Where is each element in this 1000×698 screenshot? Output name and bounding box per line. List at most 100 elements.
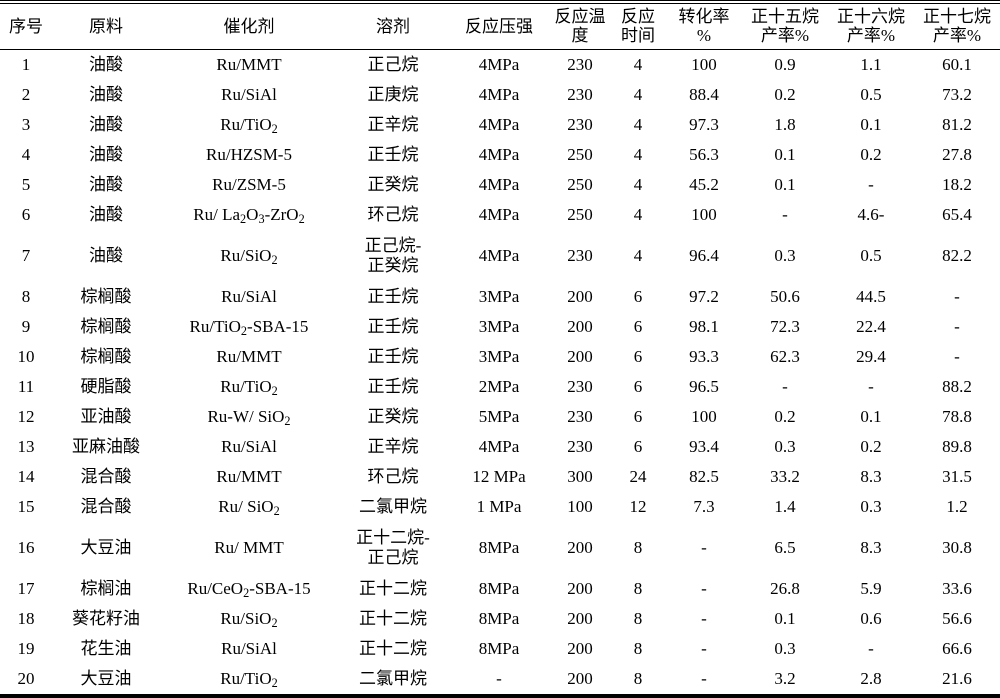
cell-index: 13 [17,437,35,457]
cell-hexadecane-yield: - [868,377,874,397]
cell-solvent-line: 二氯甲烷 [359,496,427,516]
cell-feedstock: 油酸 [89,55,123,75]
cell-conversion: 100 [691,407,717,427]
cell-reaction-temperature: 200 [567,317,593,337]
cell-solvent: 正十二烷- 正己烷 [338,522,448,574]
cell-hexadecane-yield: 0.1 [860,115,882,135]
cell-conversion: 7.3 [693,497,715,517]
table-row: 10棕榈酸Ru/MMT正壬烷3MPa200693.362.329.4-- [0,342,1000,372]
cell-reaction-pressure: 4MPa [478,175,520,195]
cell-hexadecane-yield: - [868,175,874,195]
cell-pentadecane-yield: 0.1 [774,145,796,165]
cell-solvent: 正癸烷 [338,170,448,200]
column-header-line1: 序号 [9,16,43,36]
cell-catalyst: Ru/ La2O3-ZrO2 [193,205,305,227]
cell-reaction-pressure: 4MPa [478,85,520,105]
cell-heptadecane-yield: 60.1 [942,55,972,75]
cell-index: 1 [21,55,31,75]
cell-reaction-time: 4 [633,55,643,75]
cell-pentadecane-yield: 1.4 [774,497,796,517]
cell-solvent: 正壬烷 [338,140,448,170]
cell-feedstock: 油酸 [89,175,123,195]
cell-solvent: 正庚烷 [338,80,448,110]
cell-reaction-time: 4 [633,246,643,266]
cell-heptadecane-yield: 30.8 [942,538,972,558]
cell-reaction-temperature: 230 [567,85,593,105]
column-header-line1: 正十六烷 [837,7,905,26]
cell-index: 17 [17,579,35,599]
cell-solvent-line: 正癸烷 [367,406,419,426]
cell-catalyst: Ru/TiO2-SBA-15 [189,317,309,339]
cell-solvent-line: 正壬烷 [367,376,419,396]
cell-conversion: 100 [691,205,717,225]
header-row: 序号 原料 催化剂 溶剂 反应压强 反应温度反应 时间 转化率% 正十五烷 产率% 正十六烷 产率% 正… [0,0,1000,51]
cell-hexadecane-yield: 0.1 [860,407,882,427]
cell-index: 20 [0,664,52,698]
cell-solvent-line: 正辛烷 [367,436,419,456]
table-sheet: 序号 原料 催化剂 溶剂 反应压强 反应温度反应 时间 转化率% 正十五烷 产率% 正十六烷 产率% 正… [0,0,1000,698]
cell-feedstock: 油酸 [89,145,123,165]
cell-reaction-pressure: 8MPa [478,609,520,629]
cell-reaction-pressure: 4MPa [478,437,520,457]
cell-hexadecane-yield: 8.3 [860,467,882,487]
column-header-time: 反应 时间 [610,0,666,51]
cell-heptadecane-yield: 82.2 [942,246,972,266]
cell-reaction-time: 6 [633,377,643,397]
cell-solvent-line: 正壬烷 [367,286,419,306]
cell-reaction-pressure: 8MPa [478,538,520,558]
column-header-line2: 产率% [760,26,810,46]
table-row: 20大豆油Ru/TiO2二氯甲烷-2008-3.22.821.631.5 [0,664,1000,698]
cell-solvent-line: 正十二烷 [359,608,427,628]
cell-reaction-temperature: 200 [567,609,593,629]
cell-solvent-line: 正壬烷 [367,144,419,164]
cell-reaction-temperature: 200 [567,579,593,599]
cell-conversion: 98.1 [689,317,719,337]
cell-heptadecane-yield: 89.8 [942,437,972,457]
cell-pentadecane-yield: 0.2 [774,407,796,427]
cell-conversion: - [701,538,707,558]
column-header-cat: 催化剂 [160,0,338,51]
cell-solvent: 正己烷- 正癸烷 [338,230,448,282]
cell-reaction-temperature: 200 [550,664,610,698]
table-row: 13亚麻油酸Ru/SiAl正辛烷4MPa230693.40.30.289.81.… [0,432,1000,462]
cell-index: 4 [21,145,31,165]
cell-feedstock: 葵花籽油 [72,609,140,629]
table-row: 14 混合酸 Ru/MMT 环己烷 12 MPa 300 24 82.5 33.2 8.3 31.5… [0,462,1000,492]
cell-heptadecane-yield: - [954,317,960,337]
cell-heptadecane-yield: - [954,347,960,367]
cell-solvent: 正十二烷 [338,604,448,634]
cell-catalyst: Ru/ZSM-5 [212,175,286,195]
cell-reaction-pressure: 4MPa [478,55,520,75]
cell-conversion: 45.2 [689,175,719,195]
cell-feedstock: 花生油 [80,639,132,659]
cell-reaction-temperature: 200 [567,347,593,367]
cell-solvent-line: 二氯甲烷 [359,668,427,688]
cell-reaction-time: 6 [633,287,643,307]
cell-conversion: - [701,639,707,659]
cell-catalyst: Ru/TiO2 [220,115,278,137]
cell-feedstock: 油酸 [89,85,123,105]
cell-catalyst: Ru/SiO2 [220,246,278,268]
cell-catalyst: Ru/HZSM-5 [206,145,292,165]
cell-hexadecane-yield: 0.5 [860,85,882,105]
cell-reaction-temperature: 200 [567,639,593,659]
cell-reaction-time: 8 [633,639,643,659]
cell-index: 10 [17,347,35,367]
column-header-line1: 反应温 [554,7,606,26]
cell-solvent-line: 正癸烷 [367,174,419,194]
cell-reaction-pressure: 1 MPa [476,497,522,517]
cell-pentadecane-yield: 0.1 [774,175,796,195]
cell-solvent: 正壬烷 [338,282,448,312]
cell-pentadecane-yield: 62.3 [770,347,800,367]
column-header-line2: 产率% [932,26,982,46]
cell-feedstock: 亚麻油酸 [72,437,140,457]
cell-reaction-temperature: 230 [567,437,593,457]
cell-reaction-temperature: 230 [567,246,593,266]
cell-solvent: 正十二烷 [338,634,448,664]
cell-reaction-time: 4 [633,205,643,225]
cell-solvent-line: 正十二烷- [356,527,430,547]
cell-pentadecane-yield: 3.2 [742,664,828,698]
column-header-feed: 原料 [52,0,160,51]
cell-solvent: 正十二烷 [338,574,448,604]
cell-conversion: 100 [691,55,717,75]
